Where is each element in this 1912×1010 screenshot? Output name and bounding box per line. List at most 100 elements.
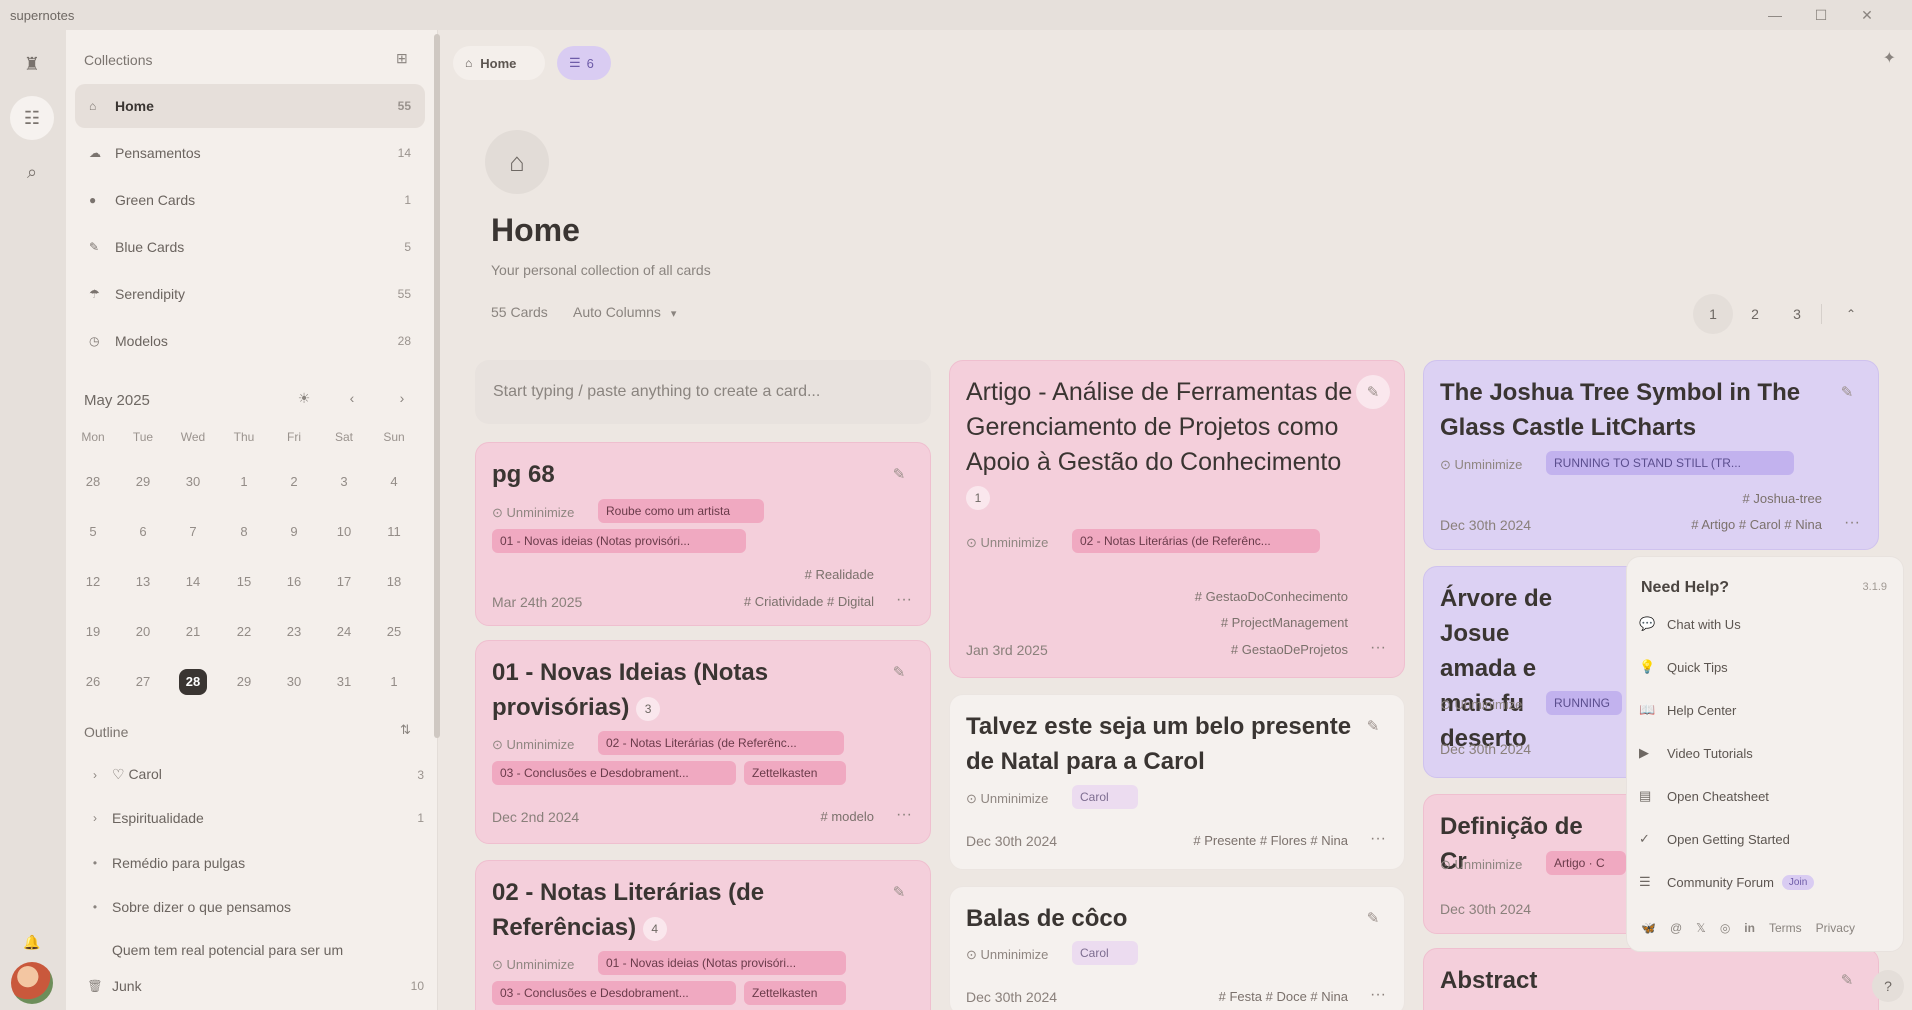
unminimize-button[interactable]: ⊙ Unminimize [966, 791, 1048, 807]
more-icon[interactable]: ··· [1370, 830, 1386, 848]
link-chip[interactable]: Carol [1072, 941, 1138, 965]
link-chip[interactable]: Zettelkasten [744, 981, 846, 1005]
link-chip[interactable]: 02 - Notas Literárias (de Referênc... [598, 731, 844, 755]
calendar-day[interactable]: 14 [175, 574, 211, 589]
search-icon[interactable]: ⌕ [10, 150, 54, 194]
card-joshua-tree[interactable]: The Joshua Tree Symbol in The Glass Cast… [1423, 360, 1879, 550]
new-collection-icon[interactable]: ⊞ [396, 50, 408, 67]
help-quick-tips[interactable]: 💡 Quick Tips [1639, 648, 1889, 686]
calendar-day[interactable]: 9 [276, 524, 312, 539]
link-chip[interactable]: 03 - Conclusões e Desdobrament... [492, 761, 736, 785]
notifications-icon[interactable]: 🔔 [10, 920, 54, 964]
calendar-day-today[interactable]: 28 [179, 669, 207, 695]
calendar-day[interactable]: 11 [376, 524, 412, 539]
link-chip[interactable]: RUNNING TO STAND STILL (TR... [1546, 451, 1794, 475]
calendar-day[interactable]: 20 [125, 624, 161, 639]
link-chip[interactable]: 01 - Novas ideias (Notas provisóri... [492, 529, 746, 553]
sidebar-item-home[interactable]: ⌂ Home 55 [75, 84, 425, 128]
edit-icon[interactable]: ✎ [1356, 901, 1390, 935]
pin-icon[interactable]: ✦ [1883, 48, 1896, 68]
calendar-day[interactable]: 15 [226, 574, 262, 589]
minimize-button[interactable]: — [1752, 4, 1798, 26]
card-pg-68[interactable]: pg 68 ✎ ⊙ Unminimize Roube como um artis… [475, 442, 931, 626]
maximize-button[interactable]: ☐ [1798, 4, 1844, 26]
outline-item-sobre-dizer[interactable]: • Sobre dizer o que pensamos [84, 899, 424, 915]
calendar-day[interactable]: 29 [226, 674, 262, 689]
calendar-day[interactable]: 3 [326, 474, 362, 489]
more-icon[interactable]: ··· [896, 591, 912, 609]
columns-dropdown[interactable]: Auto Columns ▾ [573, 304, 676, 320]
more-icon[interactable]: ··· [896, 806, 912, 824]
edit-icon[interactable]: ✎ [882, 457, 916, 491]
sidebar-item-pensamentos[interactable]: ☁ Pensamentos 14 [75, 131, 425, 175]
unminimize-button[interactable]: ⊙ Unminimize [492, 737, 574, 753]
calendar-day[interactable]: 19 [75, 624, 111, 639]
help-video-tutorials[interactable]: ▶ Video Tutorials [1639, 734, 1889, 772]
card-artigo-analise[interactable]: Artigo - Análise de Ferramentas de Geren… [949, 360, 1405, 678]
tag-list[interactable]: # Presente # Flores # Nina [1193, 833, 1348, 848]
calendar-day[interactable]: 6 [125, 524, 161, 539]
more-icon[interactable]: ··· [1370, 986, 1386, 1004]
new-card-input[interactable]: Start typing / paste anything to create … [475, 360, 931, 424]
help-community-forum[interactable]: ☰ Community Forum Join [1639, 863, 1889, 901]
unminimize-button[interactable]: ⊙ Unminimize [492, 505, 574, 521]
logo-icon[interactable]: ♜ [10, 42, 54, 86]
calendar-day[interactable]: 28 [75, 474, 111, 489]
unminimize-button[interactable]: ⊙ Unminimize [1440, 697, 1522, 713]
privacy-link[interactable]: Privacy [1816, 921, 1855, 935]
terms-link[interactable]: Terms [1769, 921, 1802, 935]
edit-icon[interactable]: ✎ [1830, 963, 1864, 997]
close-button[interactable]: ✕ [1844, 4, 1890, 26]
unminimize-button[interactable]: ⊙ Unminimize [966, 535, 1048, 551]
threads-icon[interactable]: @ [1670, 921, 1682, 935]
calendar-day[interactable]: 10 [326, 524, 362, 539]
outline-item-carol[interactable]: › ♡ Carol 3 [84, 766, 424, 783]
tag-list[interactable]: # Criatividade # Digital [744, 594, 874, 609]
filter-chip[interactable]: ☰ 6 [557, 46, 611, 80]
sidebar-item-serendipity[interactable]: ☂ Serendipity 55 [75, 272, 425, 316]
outline-item-remedio[interactable]: • Remédio para pulgas [84, 855, 424, 871]
link-chip[interactable]: Zettelkasten [744, 761, 846, 785]
calendar-day[interactable]: 21 [175, 624, 211, 639]
tag-list[interactable]: # ProjectManagement [1221, 615, 1348, 630]
unminimize-button[interactable]: ⊙ Unminimize [1440, 457, 1522, 473]
page-2-button[interactable]: 2 [1735, 294, 1775, 334]
calendar-day[interactable]: 30 [276, 674, 312, 689]
edit-icon[interactable]: ✎ [882, 655, 916, 689]
calendar-day[interactable]: 24 [326, 624, 362, 639]
card-notas-literarias[interactable]: 02 - Notas Literárias (de Referências) 4… [475, 860, 931, 1010]
calendar-day[interactable]: 25 [376, 624, 412, 639]
calendar-today-icon[interactable]: ☀ [294, 390, 314, 407]
link-chip[interactable]: Roube como um artista [598, 499, 764, 523]
help-chat-with-us[interactable]: 💬 Chat with Us [1639, 605, 1889, 643]
link-chip[interactable]: Carol [1072, 785, 1138, 809]
calendar-day[interactable]: 4 [376, 474, 412, 489]
unminimize-button[interactable]: ⊙ Unminimize [492, 957, 574, 973]
calendar-day[interactable]: 27 [125, 674, 161, 689]
calendar-prev-button[interactable]: ‹ [342, 390, 362, 406]
link-chip[interactable]: 01 - Novas ideias (Notas provisóri... [598, 951, 846, 975]
calendar-day[interactable]: 13 [125, 574, 161, 589]
page-3-button[interactable]: 3 [1777, 294, 1817, 334]
cards-view-icon[interactable]: ☷ [10, 96, 54, 140]
calendar-next-button[interactable]: › [392, 390, 412, 406]
x-icon[interactable]: 𝕏 [1696, 921, 1706, 935]
calendar-day[interactable]: 31 [326, 674, 362, 689]
page-1-button[interactable]: 1 [1693, 294, 1733, 334]
unminimize-button[interactable]: ⊙ Unminimize [1440, 857, 1522, 873]
card-balas-coco[interactable]: Balas de côco ✎ ⊙ Unminimize Carol Dec 3… [949, 886, 1405, 1010]
help-open-cheatsheet[interactable]: ▤ Open Cheatsheet [1639, 777, 1889, 815]
calendar-day[interactable]: 1 [226, 474, 262, 489]
help-button[interactable]: ? [1872, 970, 1904, 1002]
sidebar-item-blue-cards[interactable]: ✎ Blue Cards 5 [75, 225, 425, 269]
calendar-day[interactable]: 2 [276, 474, 312, 489]
link-chip[interactable]: Artigo · C [1546, 851, 1626, 875]
tag-list[interactable]: # Joshua-tree [1743, 491, 1823, 506]
tag-list[interactable]: # GestaoDeProjetos [1231, 642, 1348, 657]
calendar-day[interactable]: 17 [326, 574, 362, 589]
calendar-day[interactable]: 7 [175, 524, 211, 539]
edit-icon[interactable]: ✎ [1356, 709, 1390, 743]
calendar-day[interactable]: 16 [276, 574, 312, 589]
outline-item-quem-tem[interactable]: Quem tem real potencial para ser um [84, 942, 424, 958]
calendar-day[interactable]: 8 [226, 524, 262, 539]
